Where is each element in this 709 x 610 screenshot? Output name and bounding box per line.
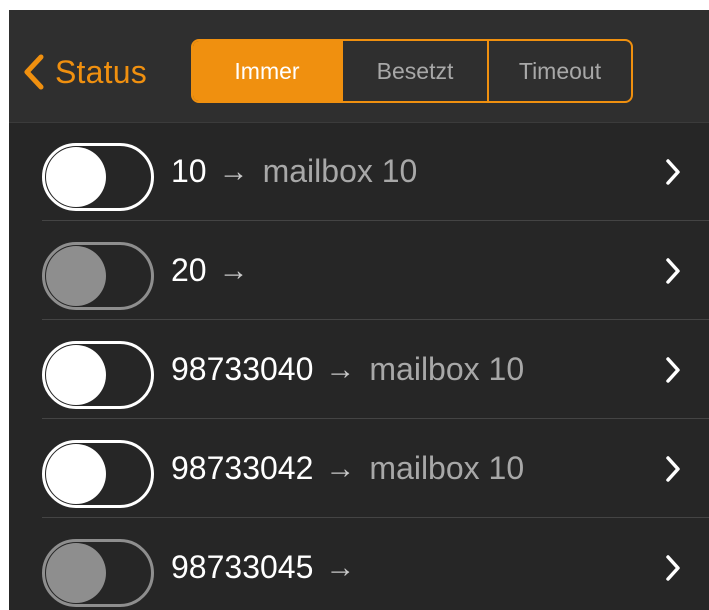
row-toggle[interactable]: [42, 539, 154, 607]
forwarding-list: 10 → mailbox 10 20 → 98733040 → mailbox …: [9, 122, 709, 610]
forward-target: mailbox 10: [369, 351, 525, 387]
row-text: 10 → mailbox 10: [171, 122, 417, 221]
right-arrow-icon: →: [325, 451, 356, 485]
source-number: 98733040: [171, 351, 314, 387]
chevron-right-icon: [665, 554, 681, 582]
segment-immer[interactable]: Immer: [193, 41, 341, 101]
row-text: 98733042 → mailbox 10: [171, 419, 524, 518]
toggle-knob: [46, 543, 106, 603]
chevron-right-icon: [665, 455, 681, 483]
chevron-left-icon: [23, 54, 45, 90]
chevron-right-icon: [665, 356, 681, 384]
list-item[interactable]: 10 → mailbox 10: [9, 122, 709, 221]
source-number: 20: [171, 252, 207, 288]
row-text: 20 →: [171, 221, 263, 320]
list-item[interactable]: 98733045 →: [9, 518, 709, 610]
navigation-bar: Status Immer Besetzt Timeout: [9, 10, 709, 123]
row-toggle[interactable]: [42, 143, 154, 211]
toggle-knob: [46, 147, 106, 207]
row-toggle[interactable]: [42, 341, 154, 409]
source-number: 10: [171, 153, 207, 189]
forward-target: mailbox 10: [262, 153, 418, 189]
toggle-knob: [46, 246, 106, 306]
list-item[interactable]: 98733042 → mailbox 10: [9, 419, 709, 518]
back-button[interactable]: Status: [23, 50, 147, 94]
segment-besetzt[interactable]: Besetzt: [341, 41, 487, 101]
segment-timeout[interactable]: Timeout: [487, 41, 631, 101]
forward-target: mailbox 10: [369, 450, 525, 486]
row-text: 98733045 →: [171, 518, 369, 610]
app-screen: Status Immer Besetzt Timeout 10 → mailbo…: [9, 10, 709, 610]
chevron-right-icon: [665, 158, 681, 186]
right-arrow-icon: →: [218, 253, 249, 287]
toggle-knob: [46, 444, 106, 504]
source-number: 98733042: [171, 450, 314, 486]
right-arrow-icon: →: [218, 154, 249, 188]
right-arrow-icon: →: [325, 352, 356, 386]
mode-segmented-control: Immer Besetzt Timeout: [191, 39, 633, 103]
source-number: 98733045: [171, 549, 314, 585]
row-text: 98733040 → mailbox 10: [171, 320, 524, 419]
row-toggle[interactable]: [42, 242, 154, 310]
row-toggle[interactable]: [42, 440, 154, 508]
list-item[interactable]: 20 →: [9, 221, 709, 320]
chevron-right-icon: [665, 257, 681, 285]
back-label: Status: [55, 53, 147, 90]
toggle-knob: [46, 345, 106, 405]
list-item[interactable]: 98733040 → mailbox 10: [9, 320, 709, 419]
right-arrow-icon: →: [325, 550, 356, 584]
